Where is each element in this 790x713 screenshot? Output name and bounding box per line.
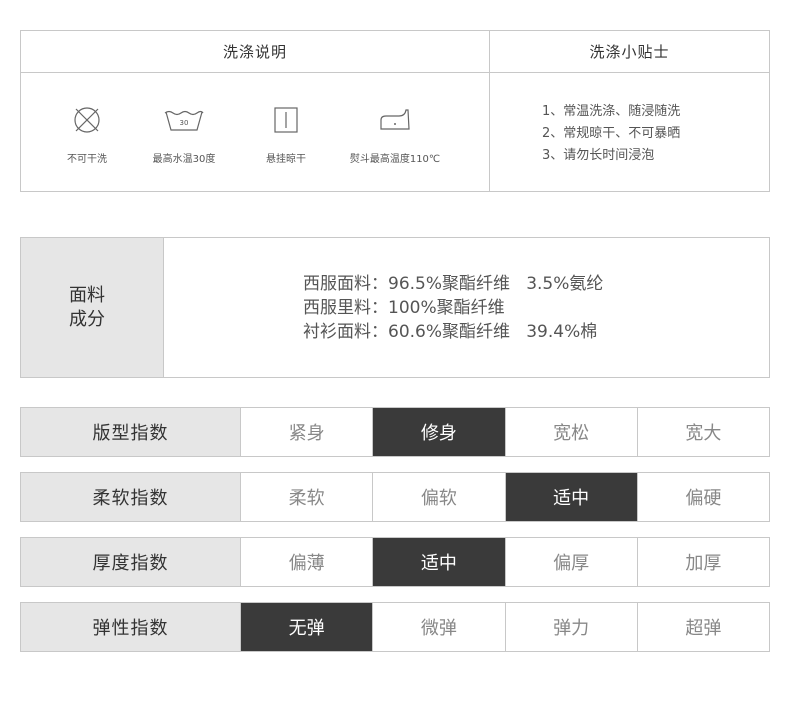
softness-index-label: 柔软指数	[21, 473, 240, 521]
care-instructions: 洗涤说明 不可干洗 30 最高水温30度 悬挂晾干 熨斗最高温度110℃	[21, 31, 490, 191]
softness-option: 偏硬	[636, 473, 769, 521]
fit-index-label: 版型指数	[21, 408, 240, 456]
care-tips-list: 1、常温洗涤、随浸随洗 2、常规晾干、不可暴晒 3、请勿长时间浸泡	[490, 73, 769, 167]
elasticity-index-row: 弹性指数 无弹 微弹 弹力 超弹	[20, 602, 770, 652]
fabric-line-suit-lining: 西服里料：100%聚酯纤维	[303, 297, 505, 318]
wash-30-label: 最高水温30度	[152, 154, 216, 165]
iron-item: 熨斗最高温度110℃	[335, 73, 455, 165]
thickness-index-row: 厚度指数 偏薄 适中 偏厚 加厚	[20, 537, 770, 587]
care-panel: 洗涤说明 不可干洗 30 最高水温30度 悬挂晾干 熨斗最高温度110℃ 洗涤小…	[20, 30, 770, 192]
care-tip-item: 1、常温洗涤、随浸随洗	[542, 104, 681, 119]
hang-dry-icon	[274, 107, 298, 133]
fabric-line-suit-shell: 西服面料：96.5%聚酯纤维 3.5%氨纶	[303, 273, 604, 294]
thickness-option: 偏薄	[240, 538, 372, 586]
elasticity-option: 超弹	[636, 603, 769, 651]
fit-index-row: 版型指数 紧身 修身 宽松 宽大	[20, 407, 770, 457]
iron-label: 熨斗最高温度110℃	[349, 154, 441, 165]
fit-option: 宽大	[636, 408, 769, 456]
elasticity-option: 微弹	[372, 603, 504, 651]
wash-30-icon: 30	[164, 110, 204, 131]
softness-option: 适中	[504, 473, 637, 521]
fit-option: 修身	[372, 408, 505, 456]
thickness-option: 适中	[372, 538, 505, 586]
elasticity-option: 无弹	[240, 603, 373, 651]
iron-icon	[380, 109, 410, 130]
fabric-line-shirt: 衬衫面料：60.6%聚酯纤维 39.4%棉	[303, 321, 598, 342]
thickness-index-label: 厚度指数	[21, 538, 240, 586]
fit-option: 宽松	[504, 408, 637, 456]
fabric-details: 西服面料：96.5%聚酯纤维 3.5%氨纶 西服里料：100%聚酯纤维 衬衫面料…	[164, 238, 769, 377]
softness-option: 柔软	[240, 473, 372, 521]
care-tips: 洗涤小贴士 1、常温洗涤、随浸随洗 2、常规晾干、不可暴晒 3、请勿长时间浸泡	[490, 31, 769, 191]
care-icons-row: 不可干洗 30 最高水温30度 悬挂晾干 熨斗最高温度110℃	[21, 73, 489, 191]
hang-dry-label: 悬挂晾干	[266, 154, 306, 165]
elasticity-index-label: 弹性指数	[21, 603, 240, 651]
softness-index-row: 柔软指数 柔软 偏软 适中 偏硬	[20, 472, 770, 522]
hang-dry-item: 悬挂晾干	[226, 73, 346, 165]
no-dry-clean-icon	[74, 107, 100, 133]
care-tip-item: 2、常规晾干、不可暴晒	[542, 126, 681, 141]
thickness-option: 偏厚	[504, 538, 637, 586]
fabric-composition: 面料 成分 西服面料：96.5%聚酯纤维 3.5%氨纶 西服里料：100%聚酯纤…	[20, 237, 770, 378]
care-tips-title: 洗涤小贴士	[490, 31, 769, 73]
fit-option: 紧身	[240, 408, 372, 456]
care-tip-item: 3、请勿长时间浸泡	[542, 148, 655, 163]
no-dry-clean-label: 不可干洗	[67, 154, 107, 165]
fabric-label-line2: 成分	[69, 308, 105, 330]
fabric-label: 面料 成分	[21, 238, 164, 377]
care-instructions-title: 洗涤说明	[21, 31, 489, 73]
wash-30-badge: 30	[180, 119, 189, 127]
fabric-label-line1: 面料	[69, 284, 105, 306]
thickness-option: 加厚	[636, 538, 769, 586]
elasticity-option: 弹力	[504, 603, 637, 651]
softness-option: 偏软	[372, 473, 504, 521]
